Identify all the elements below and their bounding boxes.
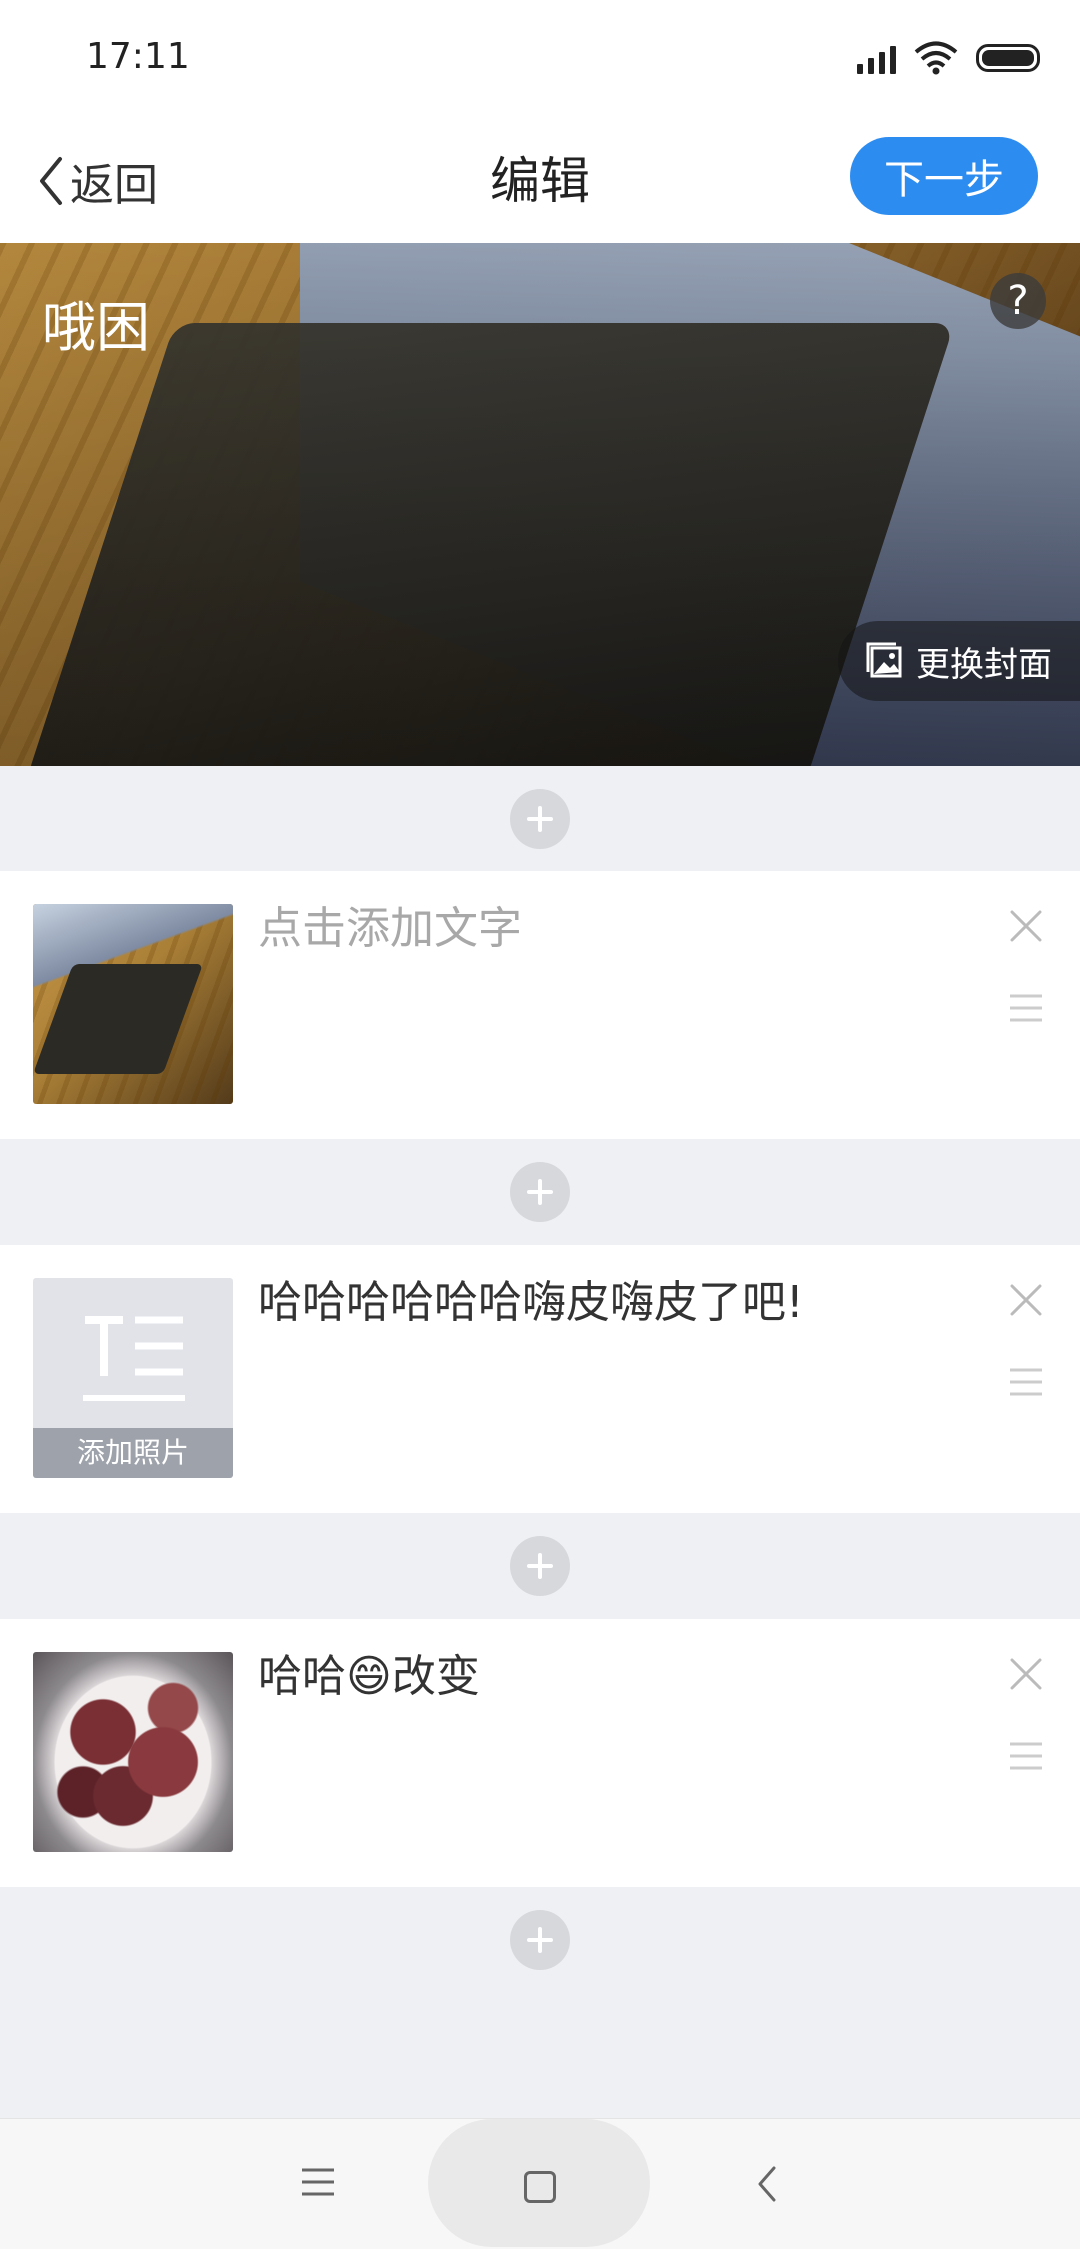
signal-icon (857, 42, 896, 74)
plus-icon (527, 1926, 553, 1953)
plus-icon (527, 805, 553, 832)
status-bar: 17:11 (0, 0, 1080, 120)
plus-icon (527, 1552, 553, 1579)
wifi-icon (914, 41, 958, 75)
back-icon[interactable] (752, 2164, 782, 2204)
add-section-bar (0, 766, 1080, 871)
system-nav-bar (0, 2118, 1080, 2249)
app-header: 返回 编辑 下一步 (0, 120, 1080, 244)
cover-image[interactable]: 哦困 ? 更换封面 (0, 243, 1080, 766)
add-photo-label: 添加照片 (33, 1428, 233, 1478)
item-thumbnail[interactable]: 添加照片 (33, 1278, 233, 1478)
item-text-input[interactable]: 哈哈😄改变 (258, 1647, 978, 1707)
cover-title[interactable]: 哦困 (42, 283, 150, 362)
next-button[interactable]: 下一步 (850, 137, 1038, 215)
close-icon[interactable] (1004, 1652, 1048, 1696)
help-icon[interactable]: ? (990, 273, 1046, 329)
add-button[interactable] (510, 788, 570, 849)
status-icons (857, 38, 1040, 78)
add-section-bar (0, 1513, 1080, 1618)
drag-handle-icon[interactable] (1010, 1741, 1042, 1771)
plus-icon (527, 1178, 553, 1205)
image-icon (866, 642, 902, 678)
battery-icon (976, 44, 1040, 72)
add-section-bar (0, 1887, 1080, 1992)
change-cover-label: 更换封面 (916, 644, 1052, 685)
close-icon[interactable] (1004, 904, 1048, 948)
close-icon[interactable] (1004, 1278, 1048, 1322)
item-thumbnail[interactable] (33, 904, 233, 1104)
monitor-photo (33, 904, 233, 1104)
menu-icon[interactable] (298, 2164, 338, 2200)
add-button[interactable] (510, 1909, 570, 1970)
add-section-bar (0, 1139, 1080, 1244)
add-button[interactable] (510, 1161, 570, 1222)
list-item: 添加照片 哈哈哈哈哈哈嗨皮嗨皮了吧! (0, 1245, 1080, 1513)
status-time: 17:11 (86, 36, 190, 77)
text-edit-icon (83, 1316, 185, 1401)
item-thumbnail[interactable] (33, 1652, 233, 1852)
food-photo (33, 1652, 233, 1852)
list-item: 点击添加文字 (0, 871, 1080, 1139)
drag-handle-icon[interactable] (1010, 993, 1042, 1023)
list-item: 哈哈😄改变 (0, 1619, 1080, 1887)
home-button[interactable] (428, 2119, 650, 2247)
add-button[interactable] (510, 1535, 570, 1596)
item-text-input[interactable]: 哈哈哈哈哈哈嗨皮嗨皮了吧! (258, 1273, 978, 1333)
item-text-input[interactable]: 点击添加文字 (258, 899, 978, 959)
drag-handle-icon[interactable] (1010, 1367, 1042, 1397)
home-icon (524, 2171, 556, 2203)
change-cover-button[interactable]: 更换封面 (838, 621, 1080, 701)
